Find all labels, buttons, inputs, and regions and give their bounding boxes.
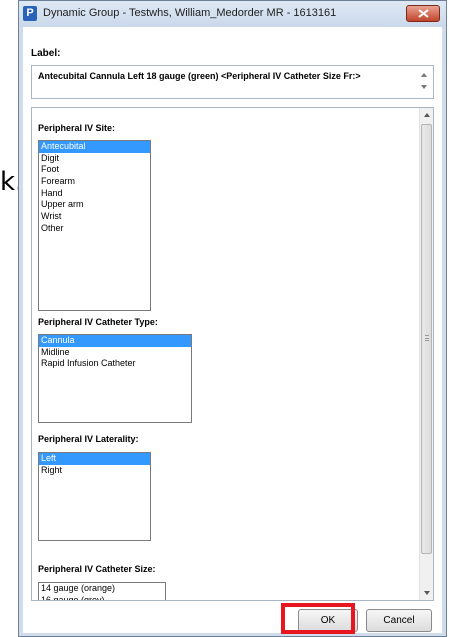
- list-item[interactable]: Left: [39, 453, 150, 465]
- peripheral-iv-catheter-type-list[interactable]: Cannula Midline Rapid Infusion Catheter: [38, 334, 192, 423]
- peripheral-iv-laterality-label: Peripheral IV Laterality:: [38, 434, 139, 444]
- cancel-button[interactable]: Cancel: [366, 609, 432, 632]
- peripheral-iv-catheter-size-label: Peripheral IV Catheter Size:: [38, 564, 156, 574]
- ok-button-highlight: [281, 603, 355, 634]
- peripheral-iv-catheter-size-list[interactable]: 14 gauge (orange)16 gauge (grey)18 gauge…: [38, 582, 166, 600]
- peripheral-iv-catheter-type-label: Peripheral IV Catheter Type:: [38, 317, 158, 327]
- list-item[interactable]: Digit: [39, 153, 150, 165]
- list-item[interactable]: Midline: [39, 347, 191, 359]
- list-item[interactable]: Wrist: [39, 211, 150, 223]
- list-item[interactable]: Other: [39, 223, 150, 235]
- list-item[interactable]: Cannula: [39, 335, 191, 347]
- close-icon: [418, 9, 429, 18]
- label-scrollbar[interactable]: [419, 68, 431, 96]
- list-item[interactable]: Upper arm: [39, 199, 150, 211]
- scroll-down-arrow-icon[interactable]: [424, 591, 430, 595]
- list-item[interactable]: Rapid Infusion Catheter: [39, 358, 191, 370]
- dialog-body: Label: Antecubital Cannula Left 18 gauge…: [23, 27, 442, 633]
- list-item[interactable]: 14 gauge (orange): [39, 583, 165, 595]
- label-caption: Label:: [31, 48, 61, 59]
- form-scrollbar[interactable]: [419, 108, 433, 600]
- label-value: Antecubital Cannula Left 18 gauge (green…: [38, 71, 361, 81]
- list-item[interactable]: Right: [39, 465, 150, 477]
- scroll-up-icon[interactable]: [421, 73, 427, 77]
- scroll-down-icon[interactable]: [421, 85, 427, 89]
- list-item[interactable]: Foot: [39, 164, 150, 176]
- window-title: Dynamic Group - Testwhs, William_Medorde…: [43, 7, 337, 19]
- dynamic-group-dialog: P Dynamic Group - Testwhs, William_Medor…: [18, 0, 447, 637]
- scroll-up-arrow-icon[interactable]: [424, 113, 430, 117]
- label-field[interactable]: Antecubital Cannula Left 18 gauge (green…: [31, 65, 434, 99]
- peripheral-iv-site-label: Peripheral IV Site:: [38, 123, 116, 133]
- scrollbar-thumb[interactable]: [421, 124, 432, 554]
- close-button[interactable]: [406, 5, 440, 22]
- list-item[interactable]: 16 gauge (grey): [39, 595, 165, 600]
- grip-icon: [425, 335, 429, 341]
- list-item[interactable]: Hand: [39, 188, 150, 200]
- title-bar[interactable]: P Dynamic Group - Testwhs, William_Medor…: [19, 1, 446, 27]
- app-icon: P: [23, 6, 37, 21]
- peripheral-iv-site-list[interactable]: Antecubital Digit Foot Forearm Hand Upper arm…: [38, 140, 151, 311]
- list-item[interactable]: Antecubital: [39, 141, 150, 153]
- form-scroll-area: Peripheral IV Site: Antecubital Digit Foot…: [31, 107, 434, 601]
- peripheral-iv-laterality-list[interactable]: Left Right: [38, 452, 151, 541]
- list-item[interactable]: Forearm: [39, 176, 150, 188]
